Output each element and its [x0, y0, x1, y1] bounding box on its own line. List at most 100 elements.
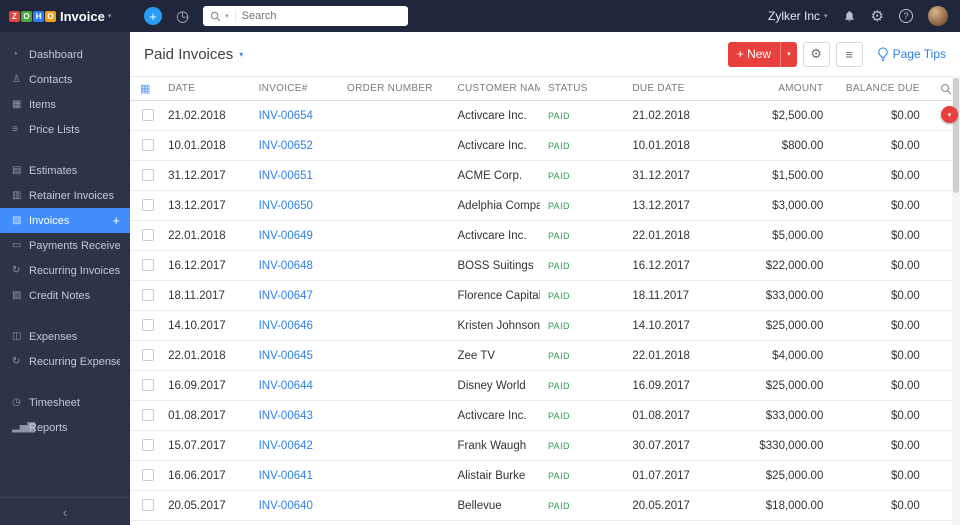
sidebar-item-reports[interactable]: ▂▅▇ Reports: [0, 415, 130, 440]
cell-checkbox: [130, 250, 161, 281]
sidebar-item-expenses[interactable]: ◫ Expenses: [0, 324, 130, 349]
row-checkbox[interactable]: [142, 289, 154, 302]
sidebar-collapse-button[interactable]: ‹: [0, 497, 130, 525]
table-row[interactable]: 16.06.2017 INV-00641 Alistair Burke PAID 01.…: [130, 460, 960, 491]
status-badge: PAID: [547, 440, 570, 451]
global-search[interactable]: ▾: [203, 6, 409, 26]
invoice-link[interactable]: INV-00654: [259, 110, 313, 122]
new-button-caret-icon[interactable]: ▾: [780, 41, 797, 67]
invoice-link[interactable]: INV-00642: [259, 440, 313, 452]
quick-add-invoice-button[interactable]: +: [112, 213, 120, 228]
invoice-link[interactable]: INV-00641: [259, 470, 313, 482]
sidebar-item-credit-notes[interactable]: ▨ Credit Notes: [0, 283, 130, 308]
sidebar-item-payments-received[interactable]: ▭ Payments Received: [0, 233, 130, 258]
scrollbar-track[interactable]: [952, 76, 960, 525]
bell-icon[interactable]: [843, 9, 856, 23]
table-search-icon[interactable]: [940, 83, 952, 95]
sidebar-item-retainer-invoices[interactable]: ▥ Retainer Invoices: [0, 183, 130, 208]
new-invoice-button[interactable]: + New ▾: [727, 41, 797, 67]
column-header-order-number[interactable]: ORDER NUMBER: [338, 76, 450, 101]
row-checkbox[interactable]: [142, 499, 154, 512]
row-checkbox[interactable]: [142, 169, 154, 182]
status-badge: PAID: [547, 200, 570, 211]
row-checkbox[interactable]: [142, 199, 154, 212]
table-row[interactable]: 21.02.2018 INV-00654 Activcare Inc. PAID 21.…: [130, 100, 960, 131]
org-selector[interactable]: Zylker Inc ▾: [768, 9, 828, 23]
table-row[interactable]: 18.11.2017 INV-00647 Florence Capital PAID 1…: [130, 280, 960, 311]
column-header-due-date[interactable]: DUE DATE: [624, 76, 723, 101]
list-view-button[interactable]: ≡: [835, 41, 863, 67]
table-row[interactable]: 14.10.2017 INV-00646 Kristen Johnson PAID 14…: [130, 310, 960, 341]
list-settings-button[interactable]: ⚙: [802, 41, 830, 67]
table-row[interactable]: 16.12.2017 INV-00648 BOSS Suitings PAID 16.1…: [130, 250, 960, 281]
invoice-link[interactable]: INV-00648: [259, 260, 313, 272]
sidebar-item-dashboard[interactable]: ◔ Dashboard: [0, 42, 130, 67]
table-row[interactable]: 13.12.2017 INV-00650 Adelphia Company PAID 1…: [130, 190, 960, 221]
sidebar-item-items[interactable]: ▦ Items: [0, 92, 130, 117]
row-checkbox[interactable]: [142, 139, 154, 152]
recent-activities-icon[interactable]: ◷: [176, 7, 189, 25]
cell-status: PAID: [539, 100, 625, 131]
table-row[interactable]: 22.01.2018 INV-00649 Activcare Inc. PAID 22.…: [130, 220, 960, 251]
page-tips-link[interactable]: Page Tips: [877, 47, 946, 61]
row-checkbox[interactable]: [142, 409, 154, 422]
invoice-link[interactable]: INV-00646: [259, 320, 313, 332]
row-checkbox[interactable]: [142, 259, 154, 272]
sidebar-item-estimates[interactable]: ▤ Estimates: [0, 158, 130, 183]
cell-amount: $33,000.00: [722, 280, 836, 311]
sidebar-item-recurring-expenses[interactable]: ↻ Recurring Expenses: [0, 349, 130, 374]
invoice-link[interactable]: INV-00640: [259, 500, 313, 512]
grid-view-icon[interactable]: ▦: [140, 83, 151, 95]
sidebar-item-invoices[interactable]: ▧ Invoices +: [0, 208, 130, 233]
invoice-link[interactable]: INV-00651: [259, 170, 313, 182]
table-row[interactable]: 15.07.2017 INV-00642 Frank Waugh PAID 30.07.…: [130, 430, 960, 461]
row-checkbox[interactable]: [142, 439, 154, 452]
row-checkbox[interactable]: [142, 379, 154, 392]
zoho-invoice-logo[interactable]: ZOHO Invoice ▾: [0, 9, 130, 24]
announcement-badge[interactable]: ▾: [941, 106, 958, 123]
logo-letter: Z: [9, 10, 20, 22]
invoice-link[interactable]: INV-00652: [259, 140, 313, 152]
invoice-link[interactable]: INV-00643: [259, 410, 313, 422]
cell-checkbox: [130, 370, 161, 401]
invoice-link[interactable]: INV-00647: [259, 290, 313, 302]
hamburger-icon: ≡: [845, 46, 853, 62]
column-header-invoice[interactable]: INVOICE#: [250, 76, 339, 101]
sidebar-item-recurring-invoices[interactable]: ↻ Recurring Invoices: [0, 258, 130, 283]
cell-due-date: 31.12.2017: [624, 160, 723, 191]
invoice-link[interactable]: INV-00645: [259, 350, 313, 362]
row-checkbox[interactable]: [142, 229, 154, 242]
table-row[interactable]: 31.12.2017 INV-00651 ACME Corp. PAID 31.12.2…: [130, 160, 960, 191]
column-header-status[interactable]: STATUS: [539, 76, 625, 101]
column-header-customer-name[interactable]: CUSTOMER NAME: [449, 76, 540, 101]
row-checkbox[interactable]: [142, 349, 154, 362]
status-badge: PAID: [547, 500, 570, 511]
search-input[interactable]: [241, 10, 402, 22]
sidebar-item-price-lists[interactable]: ≡ Price Lists: [0, 117, 130, 142]
page-title-dropdown[interactable]: Paid Invoices ▾: [144, 46, 243, 63]
invoice-link[interactable]: INV-00644: [259, 380, 313, 392]
table-row[interactable]: 22.01.2018 INV-00645 Zee TV PAID 22.01.2018 $…: [130, 340, 960, 371]
help-icon[interactable]: ?: [899, 9, 913, 23]
search-scope-caret-icon[interactable]: ▾: [225, 12, 236, 20]
row-checkbox[interactable]: [142, 109, 154, 122]
dashboard-icon: ◔: [12, 49, 19, 60]
column-header-balance-due[interactable]: BALANCE DUE: [835, 76, 932, 101]
column-header-date[interactable]: DATE: [160, 76, 251, 101]
sidebar-item-contacts[interactable]: ♙ Contacts: [0, 67, 130, 92]
table-row[interactable]: 01.08.2017 INV-00643 Activcare Inc. PAID 01.…: [130, 400, 960, 431]
scrollbar-thumb[interactable]: [953, 78, 959, 193]
column-header-amount[interactable]: AMOUNT: [722, 76, 836, 101]
invoice-link[interactable]: INV-00649: [259, 230, 313, 242]
gear-icon[interactable]: ⚙: [871, 7, 884, 25]
avatar[interactable]: [928, 6, 948, 26]
table-row[interactable]: 10.01.2018 INV-00652 Activcare Inc. PAID 10.…: [130, 130, 960, 161]
row-checkbox[interactable]: [142, 319, 154, 332]
table-row[interactable]: 20.05.2017 INV-00640 Bellevue PAID 20.05.201…: [130, 490, 960, 521]
row-checkbox[interactable]: [142, 469, 154, 482]
sidebar-item-timesheet[interactable]: ◷ Timesheet: [0, 390, 130, 415]
invoice-link[interactable]: INV-00650: [259, 200, 313, 212]
quick-create-button[interactable]: +: [144, 7, 162, 25]
table-row[interactable]: 16.09.2017 INV-00644 Disney World PAID 16.09…: [130, 370, 960, 401]
cell-date: 16.09.2017: [160, 370, 251, 401]
